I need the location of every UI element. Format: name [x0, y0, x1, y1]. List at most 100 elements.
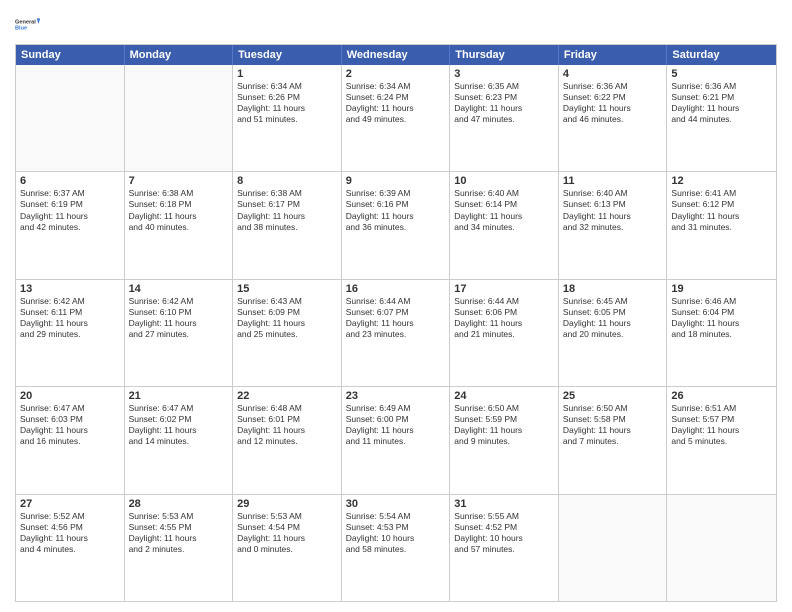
day-cell: 27Sunrise: 5:52 AM Sunset: 4:56 PM Dayli… [16, 495, 125, 601]
day-number: 20 [20, 390, 120, 402]
day-header-saturday: Saturday [667, 45, 776, 65]
day-cell: 28Sunrise: 5:53 AM Sunset: 4:55 PM Dayli… [125, 495, 234, 601]
svg-text:General: General [15, 19, 36, 25]
day-cell: 20Sunrise: 6:47 AM Sunset: 6:03 PM Dayli… [16, 387, 125, 493]
weeks-container: 1Sunrise: 6:34 AM Sunset: 6:26 PM Daylig… [16, 65, 776, 601]
day-cell: 26Sunrise: 6:51 AM Sunset: 5:57 PM Dayli… [667, 387, 776, 493]
week-row-2: 6Sunrise: 6:37 AM Sunset: 6:19 PM Daylig… [16, 172, 776, 279]
day-number: 26 [671, 390, 772, 402]
day-info: Sunrise: 5:53 AM Sunset: 4:54 PM Dayligh… [237, 511, 337, 555]
week-row-5: 27Sunrise: 5:52 AM Sunset: 4:56 PM Dayli… [16, 495, 776, 601]
day-info: Sunrise: 6:47 AM Sunset: 6:02 PM Dayligh… [129, 403, 229, 447]
day-number: 4 [563, 68, 663, 80]
day-header-sunday: Sunday [16, 45, 125, 65]
page-container: GeneralBlue SundayMondayTuesdayWednesday… [0, 0, 792, 612]
day-info: Sunrise: 6:51 AM Sunset: 5:57 PM Dayligh… [671, 403, 772, 447]
day-cell: 17Sunrise: 6:44 AM Sunset: 6:06 PM Dayli… [450, 280, 559, 386]
day-info: Sunrise: 6:42 AM Sunset: 6:11 PM Dayligh… [20, 296, 120, 340]
day-header-monday: Monday [125, 45, 234, 65]
day-number: 29 [237, 498, 337, 510]
day-cell [667, 495, 776, 601]
day-info: Sunrise: 6:45 AM Sunset: 6:05 PM Dayligh… [563, 296, 663, 340]
day-header-wednesday: Wednesday [342, 45, 451, 65]
day-number: 3 [454, 68, 554, 80]
day-headers-row: SundayMondayTuesdayWednesdayThursdayFrid… [16, 45, 776, 65]
day-number: 5 [671, 68, 772, 80]
day-info: Sunrise: 6:49 AM Sunset: 6:00 PM Dayligh… [346, 403, 446, 447]
day-cell: 3Sunrise: 6:35 AM Sunset: 6:23 PM Daylig… [450, 65, 559, 171]
logo: GeneralBlue [15, 10, 43, 38]
day-number: 31 [454, 498, 554, 510]
day-info: Sunrise: 6:46 AM Sunset: 6:04 PM Dayligh… [671, 296, 772, 340]
day-number: 22 [237, 390, 337, 402]
day-number: 6 [20, 175, 120, 187]
day-info: Sunrise: 6:40 AM Sunset: 6:14 PM Dayligh… [454, 188, 554, 232]
day-cell [559, 495, 668, 601]
day-number: 13 [20, 283, 120, 295]
day-cell: 23Sunrise: 6:49 AM Sunset: 6:00 PM Dayli… [342, 387, 451, 493]
day-number: 25 [563, 390, 663, 402]
day-info: Sunrise: 6:37 AM Sunset: 6:19 PM Dayligh… [20, 188, 120, 232]
day-info: Sunrise: 6:48 AM Sunset: 6:01 PM Dayligh… [237, 403, 337, 447]
day-info: Sunrise: 6:43 AM Sunset: 6:09 PM Dayligh… [237, 296, 337, 340]
day-header-friday: Friday [559, 45, 668, 65]
svg-text:Blue: Blue [15, 26, 27, 32]
day-info: Sunrise: 6:42 AM Sunset: 6:10 PM Dayligh… [129, 296, 229, 340]
day-cell: 21Sunrise: 6:47 AM Sunset: 6:02 PM Dayli… [125, 387, 234, 493]
day-info: Sunrise: 6:44 AM Sunset: 6:06 PM Dayligh… [454, 296, 554, 340]
day-cell: 18Sunrise: 6:45 AM Sunset: 6:05 PM Dayli… [559, 280, 668, 386]
day-number: 7 [129, 175, 229, 187]
day-number: 8 [237, 175, 337, 187]
day-info: Sunrise: 6:36 AM Sunset: 6:21 PM Dayligh… [671, 81, 772, 125]
day-number: 16 [346, 283, 446, 295]
day-info: Sunrise: 6:50 AM Sunset: 5:59 PM Dayligh… [454, 403, 554, 447]
day-info: Sunrise: 5:53 AM Sunset: 4:55 PM Dayligh… [129, 511, 229, 555]
day-cell: 4Sunrise: 6:36 AM Sunset: 6:22 PM Daylig… [559, 65, 668, 171]
day-cell: 19Sunrise: 6:46 AM Sunset: 6:04 PM Dayli… [667, 280, 776, 386]
day-number: 17 [454, 283, 554, 295]
week-row-1: 1Sunrise: 6:34 AM Sunset: 6:26 PM Daylig… [16, 65, 776, 172]
day-header-tuesday: Tuesday [233, 45, 342, 65]
day-info: Sunrise: 6:35 AM Sunset: 6:23 PM Dayligh… [454, 81, 554, 125]
day-cell: 24Sunrise: 6:50 AM Sunset: 5:59 PM Dayli… [450, 387, 559, 493]
day-number: 18 [563, 283, 663, 295]
day-info: Sunrise: 6:40 AM Sunset: 6:13 PM Dayligh… [563, 188, 663, 232]
day-info: Sunrise: 5:54 AM Sunset: 4:53 PM Dayligh… [346, 511, 446, 555]
day-number: 24 [454, 390, 554, 402]
day-info: Sunrise: 6:34 AM Sunset: 6:26 PM Dayligh… [237, 81, 337, 125]
day-number: 11 [563, 175, 663, 187]
day-number: 2 [346, 68, 446, 80]
day-info: Sunrise: 6:47 AM Sunset: 6:03 PM Dayligh… [20, 403, 120, 447]
day-info: Sunrise: 6:39 AM Sunset: 6:16 PM Dayligh… [346, 188, 446, 232]
day-number: 19 [671, 283, 772, 295]
day-cell: 13Sunrise: 6:42 AM Sunset: 6:11 PM Dayli… [16, 280, 125, 386]
day-cell: 7Sunrise: 6:38 AM Sunset: 6:18 PM Daylig… [125, 172, 234, 278]
day-info: Sunrise: 6:38 AM Sunset: 6:17 PM Dayligh… [237, 188, 337, 232]
logo-icon: GeneralBlue [15, 10, 43, 38]
day-info: Sunrise: 6:44 AM Sunset: 6:07 PM Dayligh… [346, 296, 446, 340]
day-info: Sunrise: 5:55 AM Sunset: 4:52 PM Dayligh… [454, 511, 554, 555]
day-number: 21 [129, 390, 229, 402]
day-number: 9 [346, 175, 446, 187]
day-cell: 16Sunrise: 6:44 AM Sunset: 6:07 PM Dayli… [342, 280, 451, 386]
day-info: Sunrise: 5:52 AM Sunset: 4:56 PM Dayligh… [20, 511, 120, 555]
day-info: Sunrise: 6:41 AM Sunset: 6:12 PM Dayligh… [671, 188, 772, 232]
day-cell: 12Sunrise: 6:41 AM Sunset: 6:12 PM Dayli… [667, 172, 776, 278]
day-number: 30 [346, 498, 446, 510]
day-cell: 8Sunrise: 6:38 AM Sunset: 6:17 PM Daylig… [233, 172, 342, 278]
day-number: 15 [237, 283, 337, 295]
day-cell: 9Sunrise: 6:39 AM Sunset: 6:16 PM Daylig… [342, 172, 451, 278]
day-cell: 5Sunrise: 6:36 AM Sunset: 6:21 PM Daylig… [667, 65, 776, 171]
day-number: 12 [671, 175, 772, 187]
day-header-thursday: Thursday [450, 45, 559, 65]
day-info: Sunrise: 6:50 AM Sunset: 5:58 PM Dayligh… [563, 403, 663, 447]
day-cell: 14Sunrise: 6:42 AM Sunset: 6:10 PM Dayli… [125, 280, 234, 386]
day-cell: 31Sunrise: 5:55 AM Sunset: 4:52 PM Dayli… [450, 495, 559, 601]
day-cell: 6Sunrise: 6:37 AM Sunset: 6:19 PM Daylig… [16, 172, 125, 278]
week-row-3: 13Sunrise: 6:42 AM Sunset: 6:11 PM Dayli… [16, 280, 776, 387]
day-info: Sunrise: 6:36 AM Sunset: 6:22 PM Dayligh… [563, 81, 663, 125]
day-cell: 29Sunrise: 5:53 AM Sunset: 4:54 PM Dayli… [233, 495, 342, 601]
week-row-4: 20Sunrise: 6:47 AM Sunset: 6:03 PM Dayli… [16, 387, 776, 494]
day-number: 14 [129, 283, 229, 295]
day-number: 28 [129, 498, 229, 510]
